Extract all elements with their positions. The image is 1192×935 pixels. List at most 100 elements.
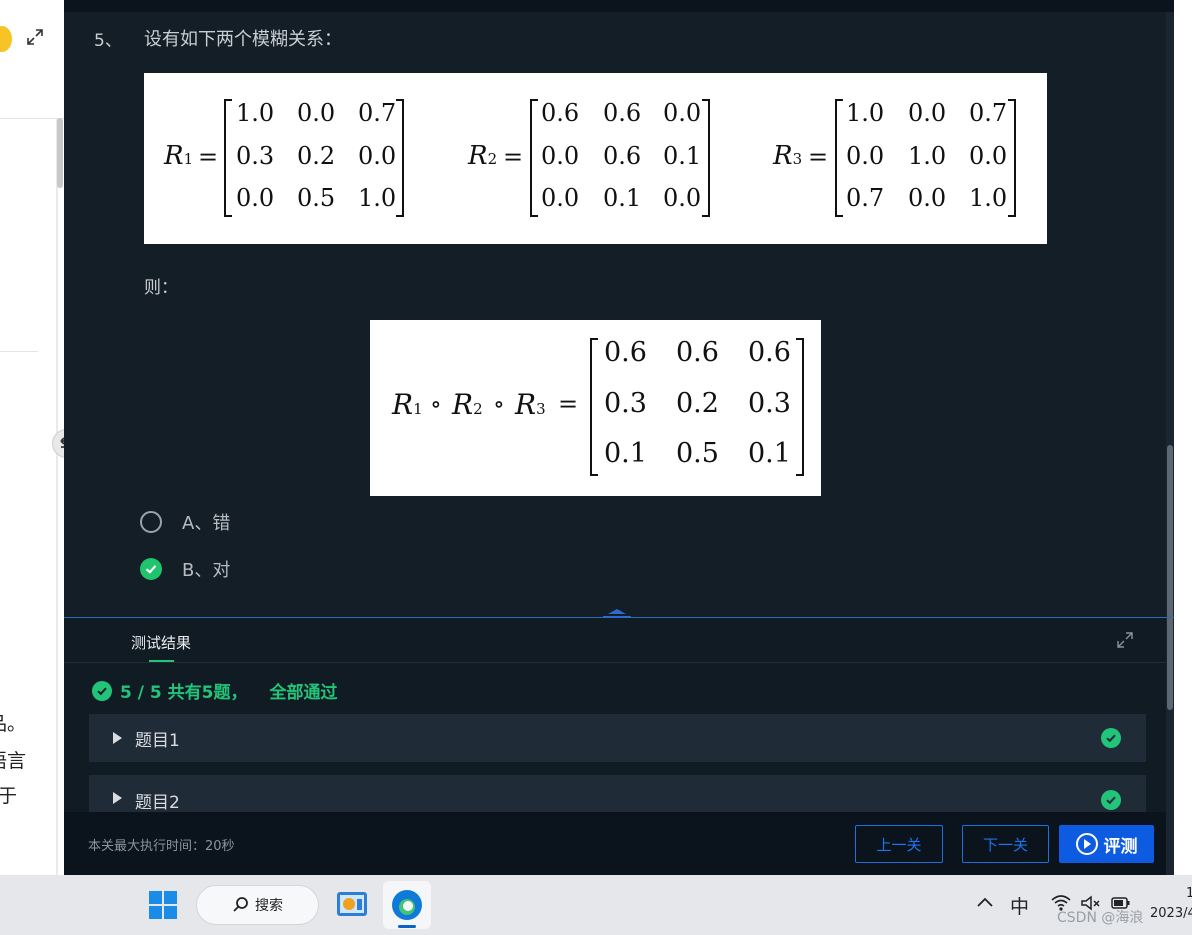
matrix-cell: 0.7 xyxy=(969,99,1008,127)
right-gutter xyxy=(1174,0,1192,875)
scroll-thumb[interactable] xyxy=(1167,445,1173,710)
divider xyxy=(0,351,38,352)
result-item[interactable]: 题目1 xyxy=(89,714,1146,762)
screen: 品。 语言 于 5、 设有如下两个模糊关系： R1 = 1.0 0.0 0.7 … xyxy=(0,0,1192,935)
result-item-label: 题目2 xyxy=(135,793,180,813)
matrix-cell: 0.6 xyxy=(676,337,719,368)
next-level-button[interactable]: 下一关 xyxy=(962,825,1049,863)
summary-count: 5 / 5 共有5题， xyxy=(120,683,248,703)
matrix-cell: 0.0 xyxy=(846,142,885,170)
search-label: 搜索 xyxy=(255,898,283,914)
divider xyxy=(64,662,1166,663)
radio-unchecked[interactable] xyxy=(140,511,162,533)
evaluate-button[interactable]: 评测 xyxy=(1059,825,1154,863)
left-text-line: 品。 xyxy=(0,713,27,735)
bracket-right xyxy=(702,99,710,217)
matrix-cell: 0.0 xyxy=(236,184,275,212)
evaluate-label: 评测 xyxy=(1103,836,1138,857)
matrix-var: R1 xyxy=(164,141,194,171)
left-scrollbar[interactable] xyxy=(57,118,63,188)
matrix-cell: 0.3 xyxy=(748,388,791,419)
matrix-cell: 0.0 xyxy=(541,184,580,212)
clock-date[interactable]: 2023/4 xyxy=(1150,906,1192,921)
option-label: A、错 xyxy=(182,513,231,534)
matrix-var: R3 xyxy=(515,388,546,421)
radio-checked[interactable] xyxy=(140,558,162,580)
matrix-var: R2 xyxy=(452,388,483,421)
play-icon xyxy=(1075,833,1098,855)
matrix-cell: 0.6 xyxy=(541,99,580,127)
top-strip xyxy=(64,0,1192,12)
tab-test-result[interactable]: 测试结果 xyxy=(131,632,191,653)
result-summary: 5 / 5 共有5题， 全部通过 xyxy=(92,678,337,703)
option-label: B、对 xyxy=(182,560,231,581)
divider xyxy=(56,118,58,875)
matrix-cell: 0.0 xyxy=(969,142,1008,170)
check-circle-icon xyxy=(1101,790,1121,810)
matrix-cell: 0.6 xyxy=(748,337,791,368)
matrix-cell: 0.0 xyxy=(297,99,336,127)
matrix-cell: 1.0 xyxy=(969,184,1008,212)
check-circle-icon xyxy=(92,680,112,701)
question-text: 设有如下两个模糊关系： xyxy=(144,29,342,50)
matrix-var: R1 xyxy=(392,388,423,421)
matrix-cell: 0.1 xyxy=(604,438,647,469)
matrix-cell: 0.0 xyxy=(358,142,397,170)
bracket-right xyxy=(1008,99,1016,217)
result-item-label: 题目1 xyxy=(135,730,180,751)
matrices-image: R1 = 1.0 0.0 0.7 0.3 0.2 0.0 0.0 0.5 1.0… xyxy=(144,73,1047,244)
widgets-app-icon[interactable] xyxy=(334,887,370,923)
compose-op: ∘ xyxy=(430,390,442,418)
matrix-cell: 1.0 xyxy=(908,142,947,170)
bracket-left xyxy=(224,99,232,217)
divider xyxy=(0,118,64,119)
bracket-left xyxy=(530,99,538,217)
prev-level-button[interactable]: 上一关 xyxy=(855,825,943,863)
matrix-cell: 0.2 xyxy=(297,142,336,170)
bracket-left xyxy=(835,99,843,217)
question-panel: 5、 设有如下两个模糊关系： R1 = 1.0 0.0 0.7 0.3 0.2 … xyxy=(64,12,1174,618)
result-item[interactable]: 题目2 xyxy=(89,775,1146,813)
bracket-right xyxy=(796,338,804,476)
matrix-cell: 0.0 xyxy=(663,184,702,212)
edge-browser-icon[interactable] xyxy=(390,888,424,922)
matrix-var: R3 xyxy=(773,141,803,171)
question-number: 5、 xyxy=(94,31,122,51)
max-exec-time: 本关最大执行时间：20秒 xyxy=(88,839,235,854)
matrix-cell: 0.6 xyxy=(604,337,647,368)
expand-icon[interactable] xyxy=(26,28,44,46)
matrix-cell: 0.1 xyxy=(663,142,702,170)
equals-sign: = xyxy=(558,390,579,418)
matrix-cell: 0.1 xyxy=(748,438,791,469)
taskbar-search[interactable]: 搜索 xyxy=(196,885,319,925)
matrix-cell: 0.7 xyxy=(846,184,885,212)
search-icon xyxy=(233,897,248,912)
left-text-line: 语言 xyxy=(0,750,27,772)
ime-indicator[interactable]: 中 xyxy=(1010,892,1029,919)
option-a[interactable]: A、错 xyxy=(140,509,230,535)
scroll-track[interactable] xyxy=(1166,12,1174,875)
compose-op: ∘ xyxy=(493,390,505,418)
windows-start-icon[interactable] xyxy=(148,890,178,920)
option-b[interactable]: B、对 xyxy=(140,556,230,582)
avatar[interactable] xyxy=(0,26,12,52)
check-circle-icon xyxy=(1101,728,1121,748)
matrix-cell: 0.5 xyxy=(676,438,719,469)
chevron-up-icon[interactable] xyxy=(975,893,995,913)
matrix-cell: 0.3 xyxy=(604,388,647,419)
bottom-bar: 本关最大执行时间：20秒 上一关 下一关 评测 xyxy=(64,812,1166,875)
matrix-cell: 0.5 xyxy=(297,184,336,212)
fullscreen-icon[interactable] xyxy=(1116,631,1134,649)
matrix-cell: 0.0 xyxy=(541,142,580,170)
caret-right-icon xyxy=(113,792,122,804)
matrix-cell: 0.1 xyxy=(603,184,642,212)
clock-time[interactable]: 1 xyxy=(1186,886,1192,901)
test-result-panel: 测试结果 5 / 5 共有5题， 全部通过 题目1 题目2 xyxy=(64,618,1166,813)
watermark: CSDN @海浪 xyxy=(1057,910,1144,926)
equals-sign: = xyxy=(808,143,829,171)
equals-sign: = xyxy=(503,143,524,171)
summary-status: 全部通过 xyxy=(269,683,338,703)
then-label: 则： xyxy=(144,278,178,298)
bracket-left xyxy=(590,338,598,476)
equals-sign: = xyxy=(198,143,219,171)
